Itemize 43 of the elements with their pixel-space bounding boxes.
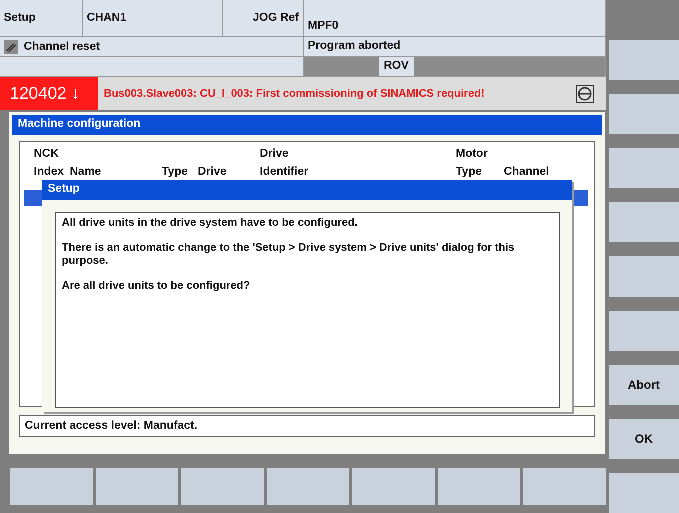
softkey[interactable] (609, 94, 679, 134)
alarm-number: 120402 ↓ (0, 77, 98, 110)
program-name: MPF0 (304, 0, 606, 37)
column-group-header: NCK (34, 148, 59, 160)
softkey[interactable] (609, 148, 679, 188)
alarm-message: Bus003.Slave003: CU_I_003: First commissioning of SINAMICS required! (103, 88, 486, 100)
message-text: All drive units in the drive system have to be configured. (62, 217, 359, 230)
area-label: Setup (0, 0, 83, 37)
acknowledge-icon[interactable] (576, 84, 594, 102)
access-level: Current access level: Manufact. (19, 415, 595, 437)
column-header: Name (70, 166, 102, 178)
mode-label: JOG Ref (223, 0, 304, 37)
program-status: Program aborted (304, 37, 606, 57)
softkey[interactable] (523, 468, 606, 505)
softkey[interactable] (609, 472, 679, 513)
column-group-header: Drive (260, 148, 289, 160)
column-header: Type (456, 166, 482, 178)
column-header: Drive (198, 166, 227, 178)
softkey[interactable]: OK (609, 418, 679, 459)
channel-label: CHAN1 (83, 0, 223, 37)
softkey[interactable] (96, 468, 178, 505)
pencil-icon (4, 40, 18, 54)
softkey[interactable] (609, 202, 679, 242)
channel-status: Channel reset (24, 40, 100, 52)
column-group-header: Motor (456, 148, 488, 160)
softkey[interactable] (609, 256, 679, 297)
panel-title: Machine configuration (12, 115, 602, 135)
softkey[interactable] (438, 468, 520, 505)
softkey[interactable] (266, 468, 350, 505)
softkey[interactable] (609, 40, 679, 80)
column-header: Identifier (260, 166, 309, 178)
softkey[interactable] (609, 310, 679, 351)
message-text: Are all drive units to be configured? (62, 280, 252, 293)
column-header: Type (162, 166, 188, 178)
column-header: Index (34, 166, 64, 178)
softkey[interactable] (352, 468, 435, 505)
softkey[interactable] (181, 468, 264, 505)
message-text: There is an automatic change to the 'Setup > Drive system > Drive units' dialog for this purpose. (62, 242, 516, 268)
softkey[interactable] (10, 468, 93, 505)
dialog-title: Setup (42, 180, 572, 200)
softkey[interactable]: Abort (609, 364, 679, 405)
override-indicator: ROV (379, 57, 414, 76)
column-header: Channel (504, 166, 550, 178)
